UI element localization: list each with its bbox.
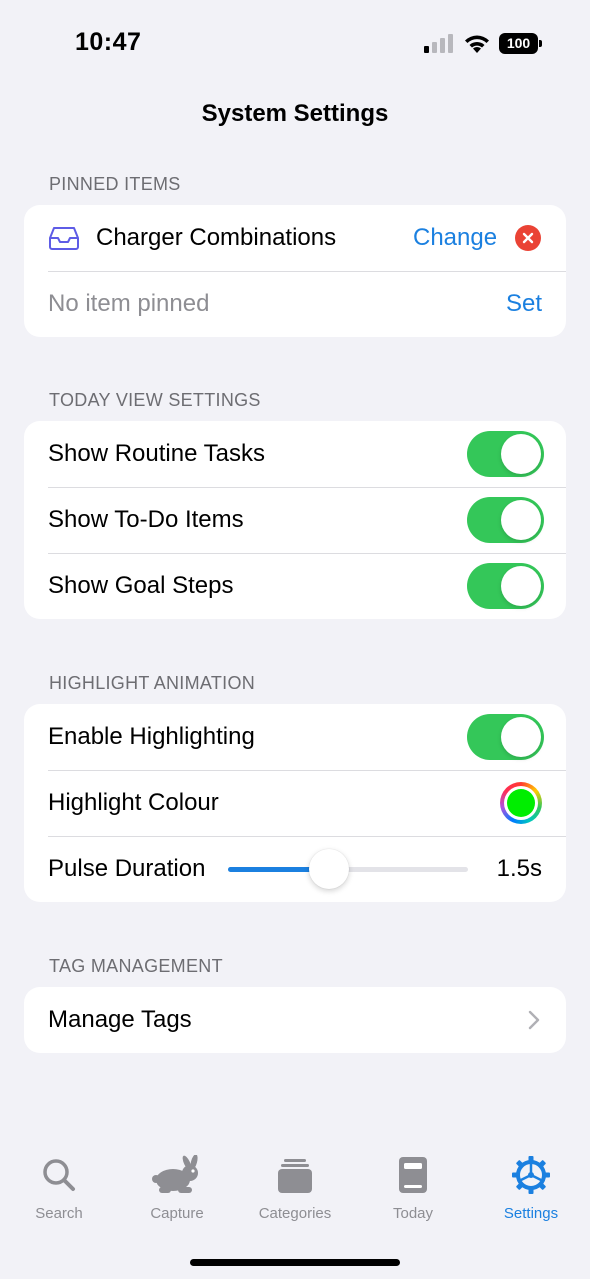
battery-level: 100 — [499, 33, 538, 54]
tab-label: Categories — [258, 1205, 332, 1222]
book-icon — [399, 1157, 427, 1193]
toggle-knob — [501, 566, 541, 606]
tab-capture[interactable]: Capture — [118, 1155, 236, 1222]
status-time: 10:47 — [75, 28, 142, 56]
wifi-icon — [465, 35, 489, 53]
cellular-signal-icon — [424, 34, 453, 53]
color-picker-well[interactable] — [500, 782, 542, 824]
gear-icon — [512, 1156, 550, 1194]
clear-icon[interactable] — [515, 225, 541, 251]
stacked-cards-icon — [278, 1159, 312, 1193]
pulse-duration-label: Pulse Duration — [48, 855, 206, 882]
slider-thumb[interactable] — [308, 849, 349, 889]
section-header-pinned: PINNED ITEMS — [49, 174, 181, 194]
toggle-label: Show To-Do Items — [48, 506, 244, 533]
tab-label: Settings — [503, 1205, 559, 1222]
toggle-row-goal-steps: Show Goal Steps — [24, 553, 566, 619]
section-header-today-view: TODAY VIEW SETTINGS — [49, 390, 261, 410]
tab-label: Search — [35, 1205, 83, 1222]
tab-today[interactable]: Today — [354, 1155, 472, 1222]
pinned-item-name: Charger Combinations — [96, 224, 337, 251]
close-icon — [522, 232, 534, 244]
highlight-card: Enable Highlighting Highlight Colour Pul… — [24, 704, 566, 902]
todo-items-toggle[interactable] — [467, 497, 544, 543]
battery-indicator: 100 — [499, 33, 543, 54]
tab-label: Capture — [150, 1205, 204, 1222]
tab-search[interactable]: Search — [0, 1155, 118, 1222]
today-view-card: Show Routine Tasks Show To-Do Items Show… — [24, 421, 566, 619]
toggle-label: Show Routine Tasks — [48, 440, 266, 467]
empty-pin-row: No item pinned Set — [24, 271, 566, 337]
toggle-label: Show Goal Steps — [48, 572, 234, 599]
selected-color-swatch — [507, 789, 535, 817]
pulse-duration-value: 1.5s — [496, 855, 542, 882]
routine-tasks-toggle[interactable] — [467, 431, 544, 477]
tab-settings[interactable]: Settings — [472, 1155, 590, 1222]
empty-pin-label: No item pinned — [48, 290, 210, 317]
goal-steps-toggle[interactable] — [467, 563, 544, 609]
pinned-card: Charger Combinations Change No item pinn… — [24, 205, 566, 337]
change-button[interactable]: Change — [413, 224, 497, 252]
tab-label: Today — [392, 1205, 434, 1222]
enable-highlighting-row: Enable Highlighting — [24, 704, 566, 770]
pinned-item-row: Charger Combinations Change — [24, 205, 566, 271]
toggle-knob — [501, 717, 541, 757]
battery-tip — [539, 40, 542, 47]
rabbit-icon — [152, 1155, 198, 1193]
magnifier-icon — [43, 1159, 75, 1191]
tab-categories[interactable]: Categories — [236, 1155, 354, 1222]
enable-highlighting-toggle[interactable] — [467, 714, 544, 760]
tags-card: Manage Tags — [24, 987, 566, 1053]
inbox-tray-icon — [49, 227, 79, 250]
pulse-duration-row: Pulse Duration 1.5s — [24, 836, 566, 902]
toggle-knob — [501, 434, 541, 474]
enable-highlighting-label: Enable Highlighting — [48, 723, 255, 750]
status-bar: 10:47 100 — [0, 0, 590, 90]
toggle-row-routine-tasks: Show Routine Tasks — [24, 421, 566, 487]
chevron-right-icon — [528, 1010, 540, 1030]
toggle-row-todo-items: Show To-Do Items — [24, 487, 566, 553]
set-button[interactable]: Set — [506, 290, 542, 318]
manage-tags-row[interactable]: Manage Tags — [24, 987, 566, 1053]
page-title: System Settings — [201, 100, 389, 127]
highlight-colour-label: Highlight Colour — [48, 789, 219, 816]
highlight-colour-row: Highlight Colour — [24, 770, 566, 836]
section-header-highlight: HIGHLIGHT ANIMATION — [49, 673, 256, 693]
home-indicator — [190, 1259, 400, 1266]
section-header-tags: TAG MANAGEMENT — [49, 956, 223, 976]
toggle-knob — [501, 500, 541, 540]
manage-tags-label: Manage Tags — [48, 1006, 192, 1033]
